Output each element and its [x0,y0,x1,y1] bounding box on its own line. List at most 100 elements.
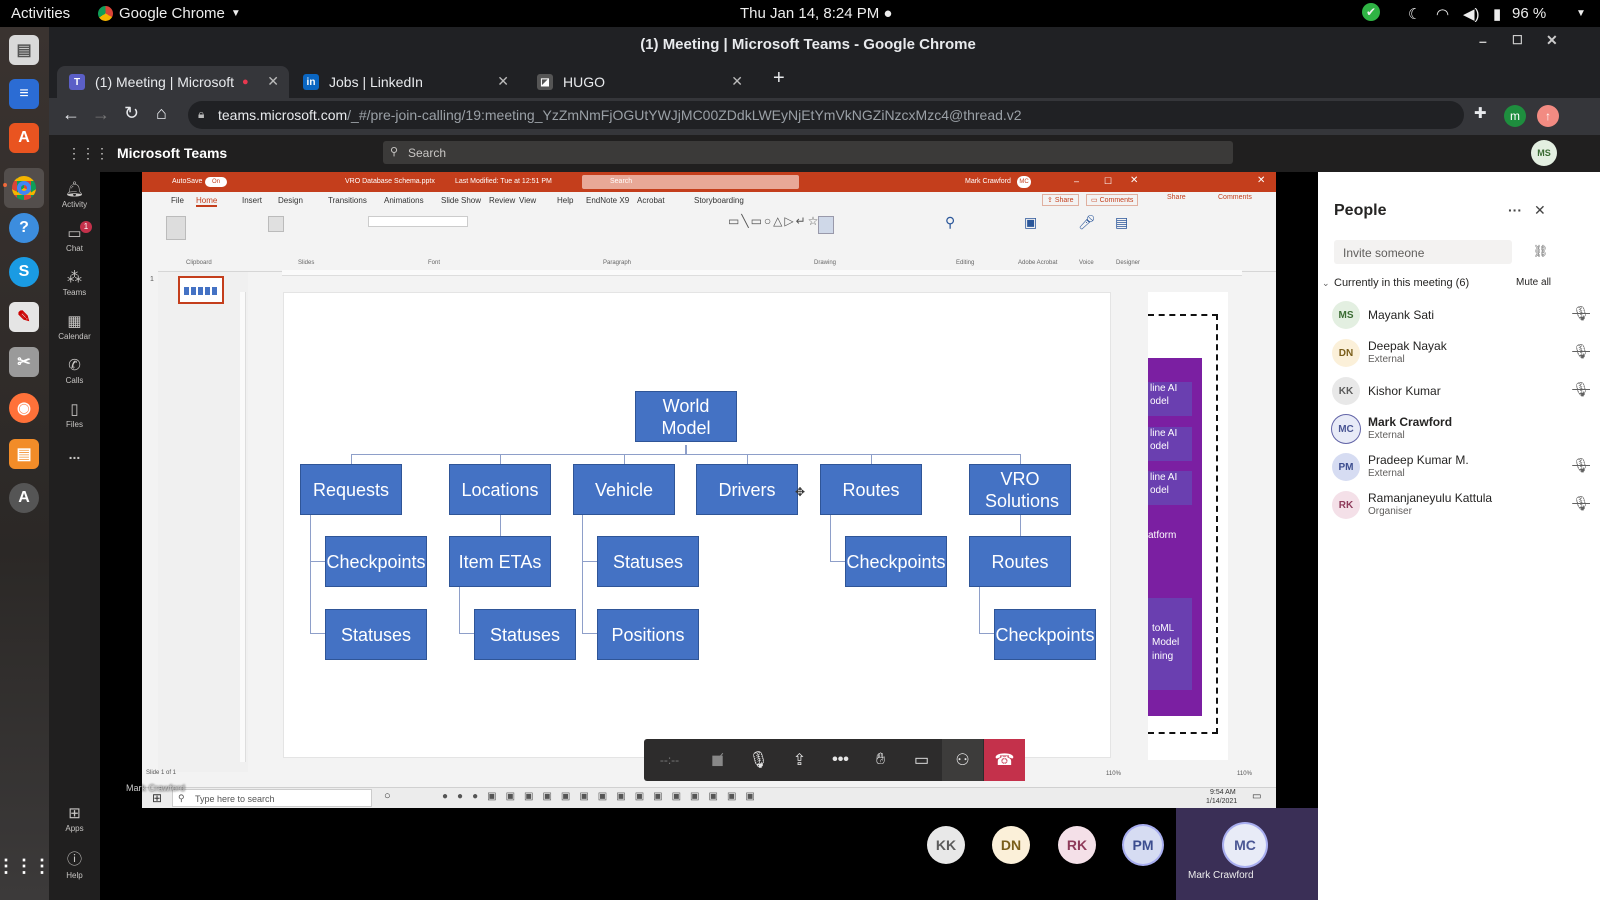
ppt-menu-help[interactable]: Help [557,196,573,205]
show-apps-icon[interactable]: ⋮⋮⋮ [0,851,51,881]
shapes-gallery-icon[interactable]: ▭╲▭○△▷↵☆ [728,214,818,246]
forward-icon[interactable]: → [92,104,110,125]
battery-icon[interactable]: ▮ [1493,5,1501,23]
hang-up-icon[interactable]: ☎︎ [984,739,1025,781]
node-routes-checkpoints[interactable]: Checkpoints [845,536,947,587]
ppt-menu-home[interactable]: Home [196,196,218,207]
chrome-dock-icon[interactable] [4,168,44,208]
mute-all-button[interactable]: Mute all [1516,277,1551,288]
invite-input[interactable]: Invite someone [1334,240,1512,264]
autosave-toggle[interactable]: On [205,177,227,187]
ppt-search[interactable]: Search [582,175,799,189]
back-icon[interactable]: ← [62,104,80,125]
activities-button[interactable]: Activities [11,5,70,22]
chat-icon[interactable]: ▭ [901,739,942,781]
share-screen-icon[interactable]: ⇪ [779,739,820,781]
node-world-model[interactable]: World Model [635,391,737,442]
paste-icon[interactable] [166,216,186,240]
close-tab-icon[interactable]: ✕ [497,73,509,90]
rail-apps[interactable]: ⊞ Apps [49,804,100,833]
more-options-icon[interactable]: ··· [1508,202,1522,218]
ppt-menu-acrobat[interactable]: Acrobat [637,196,665,205]
rail-calendar[interactable]: ▦ Calendar [49,312,100,341]
participant-avatar[interactable]: RK [1058,826,1096,864]
node-vehicle-statuses[interactable]: Statuses [597,536,699,587]
node-vehicle[interactable]: Vehicle [573,464,675,515]
raise-hand-icon[interactable]: ✋︎ [860,739,901,781]
node-vro-solutions[interactable]: VRO Solutions [969,464,1071,515]
node-vehicle-positions[interactable]: Positions [597,609,699,660]
rail-help[interactable]: ⓘ Help [49,848,100,880]
design-ideas-icon[interactable]: ▤ [1115,214,1128,231]
node-routes[interactable]: Routes [820,464,922,515]
mic-off-icon[interactable]: 🎙︎ [738,739,779,781]
firefox-icon[interactable]: ◉ [9,393,39,423]
help-dock-icon[interactable]: ? [9,213,39,243]
ppt-menu-endnote-x9[interactable]: EndNote X9 [586,196,629,205]
comments-button-dup[interactable]: Comments [1218,194,1252,201]
node-requests-statuses[interactable]: Statuses [325,609,427,660]
rail-teams[interactable]: ⁂ Teams [49,268,100,297]
node-item-etas[interactable]: Item ETAs [449,536,551,587]
ppt-menu-insert[interactable]: Insert [242,196,262,205]
find-icon[interactable]: ⚲ [945,214,959,234]
profile-avatar-icon[interactable]: m [1504,105,1526,127]
minimize-icon[interactable]: – [1479,33,1487,49]
share-button-dup[interactable]: Share [1167,194,1186,201]
node-requests[interactable]: Requests [300,464,402,515]
slide-thumbnail[interactable] [178,276,224,304]
camera-off-icon[interactable]: ◼̸ [697,739,738,781]
ppt-menu-file[interactable]: File [171,196,184,205]
dictate-icon[interactable]: 🎤︎ [1078,214,1096,231]
new-tab-icon[interactable]: + [773,67,785,90]
participant-row[interactable]: MS Mayank Sati 🎙︎ [1332,298,1594,334]
software-center-icon[interactable]: A [9,123,39,153]
search-input[interactable]: ⚲ Search [383,141,1233,164]
home-icon[interactable]: ⌂ [156,103,167,124]
node-locations-statuses[interactable]: Statuses [474,609,576,660]
close-tab-icon[interactable]: ✕ [267,73,279,90]
node-vro-checkpoints[interactable]: Checkpoints [994,609,1096,660]
extensions-icon[interactable]: ✚ [1474,104,1487,122]
close-icon[interactable]: ✕ [1130,175,1138,186]
rail-more[interactable]: ... [49,446,100,462]
windows-search-box[interactable]: ⚲ Type here to search [172,789,372,807]
ppt-menu-slide-show[interactable]: Slide Show [441,196,481,205]
tab-hugo[interactable]: ◪ HUGO ✕ [525,66,753,98]
rail-calls[interactable]: ✆ Calls [49,356,100,385]
participant-row[interactable]: RK Ramanjaneyulu Kattula Organiser 🎙︎ [1332,488,1594,524]
node-locations[interactable]: Locations [449,464,551,515]
volume-icon[interactable]: ◀) [1463,5,1480,23]
presentation-app-icon[interactable]: ▤ [9,439,39,469]
skype-icon[interactable]: S [9,257,39,287]
system-menu-chevron-icon[interactable]: ▼ [1576,8,1586,19]
close-tab-icon[interactable]: ✕ [731,73,743,90]
participant-row[interactable]: KK Kishor Kumar 🎙︎ [1332,374,1594,410]
participant-row[interactable]: PM Pradeep Kumar M. External 🎙︎ [1332,450,1594,486]
adobe-pdf-icon[interactable]: ▣ [1024,214,1037,231]
ppt-menu-transitions[interactable]: Transitions [328,196,367,205]
new-slide-icon[interactable] [268,216,284,232]
font-family-select[interactable] [368,216,468,227]
node-drivers[interactable]: Drivers [696,464,798,515]
maximize-icon[interactable]: ☐ [1104,176,1112,187]
wifi-icon[interactable]: ◠ [1436,5,1449,23]
app-menu[interactable]: Google Chrome ▼ [98,5,241,22]
check-icon[interactable]: ✔ [1362,3,1380,21]
rail-files[interactable]: ▯ Files [49,400,100,429]
copy-link-icon[interactable]: ⛓ [1533,244,1548,258]
comments-button[interactable]: ▭ Comments [1086,194,1139,206]
night-light-icon[interactable]: ☾ [1408,5,1421,23]
ppt-menu-animations[interactable]: Animations [384,196,424,205]
tab-teams-meeting[interactable]: T (1) Meeting | Microsoft ● ✕ [57,66,289,98]
task-view-icon[interactable]: ○ [384,790,391,802]
ppt-menu-storyboarding[interactable]: Storyboarding [694,196,744,205]
omnibox[interactable]: 🔒︎ teams.microsoft.com/_#/pre-join-calli… [188,101,1464,129]
close-panel-icon[interactable]: ✕ [1534,202,1546,219]
update-icon[interactable]: ↑ [1537,105,1559,127]
rail-chat[interactable]: ▭ Chat 1 [49,221,100,253]
tab-linkedin[interactable]: in Jobs | LinkedIn ✕ [291,66,519,98]
ppt-menu-review[interactable]: Review [489,196,515,205]
participant-row[interactable]: MC Mark Crawford External [1332,412,1594,448]
clock[interactable]: Thu Jan 14, 8:24 PM ● [740,5,892,22]
